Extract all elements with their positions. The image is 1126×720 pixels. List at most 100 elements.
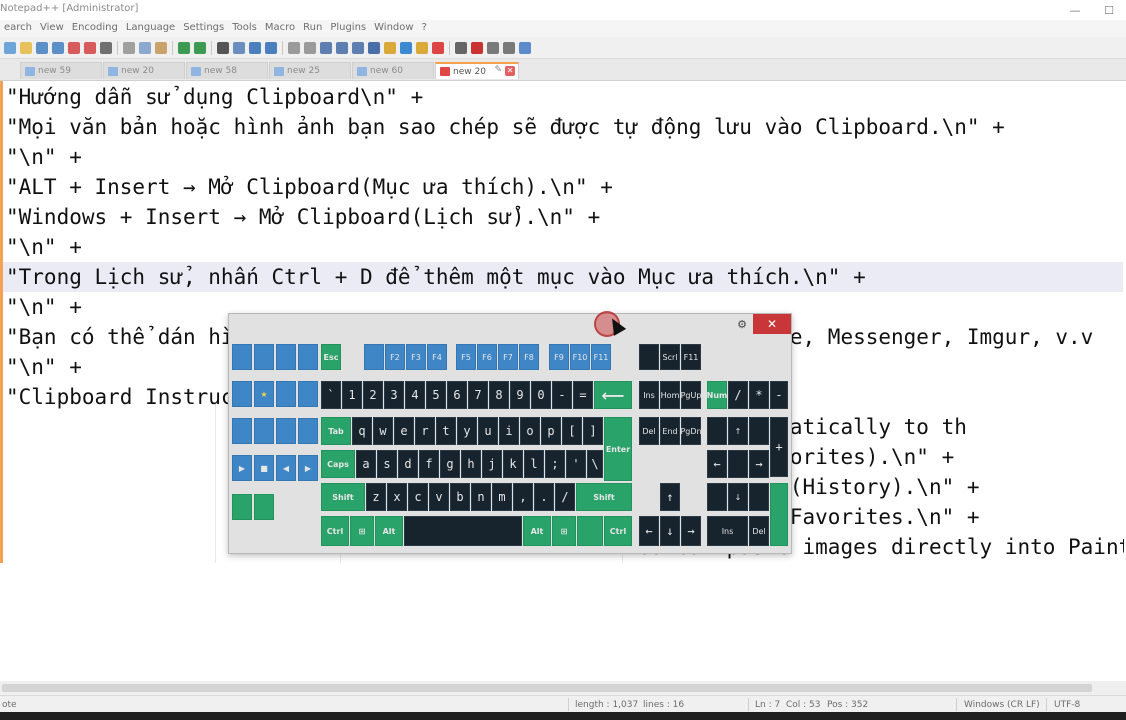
paste-icon[interactable] xyxy=(155,41,167,54)
key-alt-left[interactable]: Alt xyxy=(375,516,403,546)
open-file-icon[interactable] xyxy=(20,41,32,54)
key-numpad-9[interactable] xyxy=(749,417,769,445)
record-macro-icon[interactable] xyxy=(455,41,467,54)
key-pgdn[interactable]: PgDn xyxy=(680,417,702,445)
key-f11-alt[interactable]: F11 xyxy=(681,344,701,370)
key-arrow-right[interactable]: → xyxy=(681,516,701,546)
key-numpad-plus[interactable]: + xyxy=(770,417,788,477)
key-g[interactable]: g xyxy=(440,450,460,478)
gear-icon[interactable]: ⚙ xyxy=(733,316,751,332)
key-windows-right[interactable]: ⊞ xyxy=(552,516,576,546)
keyboard-close-button[interactable]: ✕ xyxy=(753,314,791,334)
key-h[interactable]: h xyxy=(461,450,481,478)
key-arrow-left[interactable]: ← xyxy=(639,516,659,546)
key-9[interactable]: 9 xyxy=(510,381,530,409)
horizontal-scrollbar[interactable] xyxy=(0,681,1126,695)
key-b[interactable]: b xyxy=(450,483,470,511)
close-all-icon[interactable] xyxy=(84,41,96,54)
key-6[interactable]: 6 xyxy=(447,381,467,409)
key-numpad-decimal[interactable]: Del xyxy=(749,516,769,546)
function-list-icon[interactable] xyxy=(400,41,412,54)
favorite-key[interactable]: ★ xyxy=(254,381,274,407)
key-ctrl-right[interactable]: Ctrl xyxy=(604,516,632,546)
media-key[interactable] xyxy=(254,418,274,444)
key-s[interactable]: s xyxy=(377,450,397,478)
media-key[interactable] xyxy=(298,418,318,444)
indent-guide-icon[interactable] xyxy=(352,41,364,54)
key-1[interactable]: 1 xyxy=(342,381,362,409)
pin-icon[interactable]: ✎ xyxy=(494,65,502,75)
key-scroll[interactable]: Scrl xyxy=(660,344,680,370)
key-f9[interactable]: F9 xyxy=(549,344,569,370)
key-numpad-5[interactable] xyxy=(728,450,748,478)
key-alt-right[interactable]: Alt xyxy=(523,516,551,546)
close-file-icon[interactable] xyxy=(68,41,80,54)
doc-map-icon[interactable] xyxy=(384,41,396,54)
key-d[interactable]: d xyxy=(398,450,418,478)
key-backspace[interactable]: ⟵ xyxy=(594,381,632,409)
find-icon[interactable] xyxy=(217,41,229,54)
scrollbar-thumb[interactable] xyxy=(2,684,1092,692)
tab-new-60[interactable]: new 60 xyxy=(352,62,434,79)
tab-new-20-active[interactable]: new 20 ✎ ✕ xyxy=(435,62,519,79)
key-quote[interactable]: ' xyxy=(566,450,586,478)
sync-vertical-icon[interactable] xyxy=(288,41,300,54)
monitoring-icon[interactable] xyxy=(432,41,444,54)
key-semicolon[interactable]: ; xyxy=(545,450,565,478)
key-shift-right[interactable]: Shift xyxy=(576,483,632,511)
cut-icon[interactable] xyxy=(123,41,135,54)
key-f8[interactable]: F8 xyxy=(519,344,539,370)
key-j[interactable]: j xyxy=(482,450,502,478)
zoom-out-icon[interactable] xyxy=(265,41,277,54)
key-l[interactable]: l xyxy=(524,450,544,478)
key-2[interactable]: 2 xyxy=(363,381,383,409)
save-icon[interactable] xyxy=(36,41,48,54)
extra-key[interactable] xyxy=(254,494,274,520)
replace-icon[interactable] xyxy=(233,41,245,54)
key-numpad-0[interactable]: Ins xyxy=(707,516,748,546)
key-p[interactable]: p xyxy=(541,417,561,445)
tab-new-58[interactable]: new 58 xyxy=(186,62,268,79)
key-c[interactable]: c xyxy=(408,483,428,511)
key-backtick[interactable]: ` xyxy=(321,381,341,409)
key-f2[interactable]: F2 xyxy=(385,344,405,370)
minimize-button[interactable]: — xyxy=(1058,0,1092,20)
key-shift-left[interactable]: Shift xyxy=(321,483,365,511)
key-comma[interactable]: , xyxy=(513,483,533,511)
prev-key[interactable]: ◀ xyxy=(276,455,296,481)
tab-close-icon[interactable]: ✕ xyxy=(505,66,515,76)
tab-new-59[interactable]: new 59 xyxy=(20,62,102,79)
key-w[interactable]: w xyxy=(373,417,393,445)
show-all-chars-icon[interactable] xyxy=(336,41,348,54)
lang-define-icon[interactable] xyxy=(368,41,380,54)
key-z[interactable]: z xyxy=(366,483,386,511)
key-numpad-8[interactable]: ↑ xyxy=(728,417,748,445)
key-numpad-3[interactable] xyxy=(749,483,769,511)
media-key[interactable] xyxy=(254,344,274,370)
key-menu[interactable] xyxy=(577,516,603,546)
key-3[interactable]: 3 xyxy=(384,381,404,409)
key-pgup[interactable]: PgUp xyxy=(681,381,701,409)
key-arrow-down[interactable]: ↓ xyxy=(660,516,680,546)
key-end[interactable]: End xyxy=(660,417,680,445)
key-5[interactable]: 5 xyxy=(426,381,446,409)
undo-icon[interactable] xyxy=(178,41,190,54)
menu-search[interactable]: earch xyxy=(0,20,36,37)
key-0[interactable]: 0 xyxy=(531,381,551,409)
key-numpad-6[interactable]: → xyxy=(749,450,769,478)
redo-icon[interactable] xyxy=(194,41,206,54)
playback-icon[interactable] xyxy=(487,41,499,54)
key-e[interactable]: e xyxy=(394,417,414,445)
stop-record-icon[interactable] xyxy=(471,41,483,54)
key-home[interactable]: Hom xyxy=(660,381,680,409)
media-key[interactable] xyxy=(298,344,318,370)
key-f10[interactable]: F10 xyxy=(570,344,590,370)
next-key[interactable]: ▶ xyxy=(298,455,318,481)
save-macro-icon[interactable] xyxy=(519,41,531,54)
key-equals[interactable]: = xyxy=(573,381,593,409)
key-y[interactable]: y xyxy=(457,417,477,445)
key-enter[interactable]: Enter xyxy=(604,417,632,481)
key-esc[interactable]: Esc xyxy=(321,344,341,370)
tab-new-20[interactable]: new 20 xyxy=(103,62,185,79)
key-a[interactable]: a xyxy=(356,450,376,478)
